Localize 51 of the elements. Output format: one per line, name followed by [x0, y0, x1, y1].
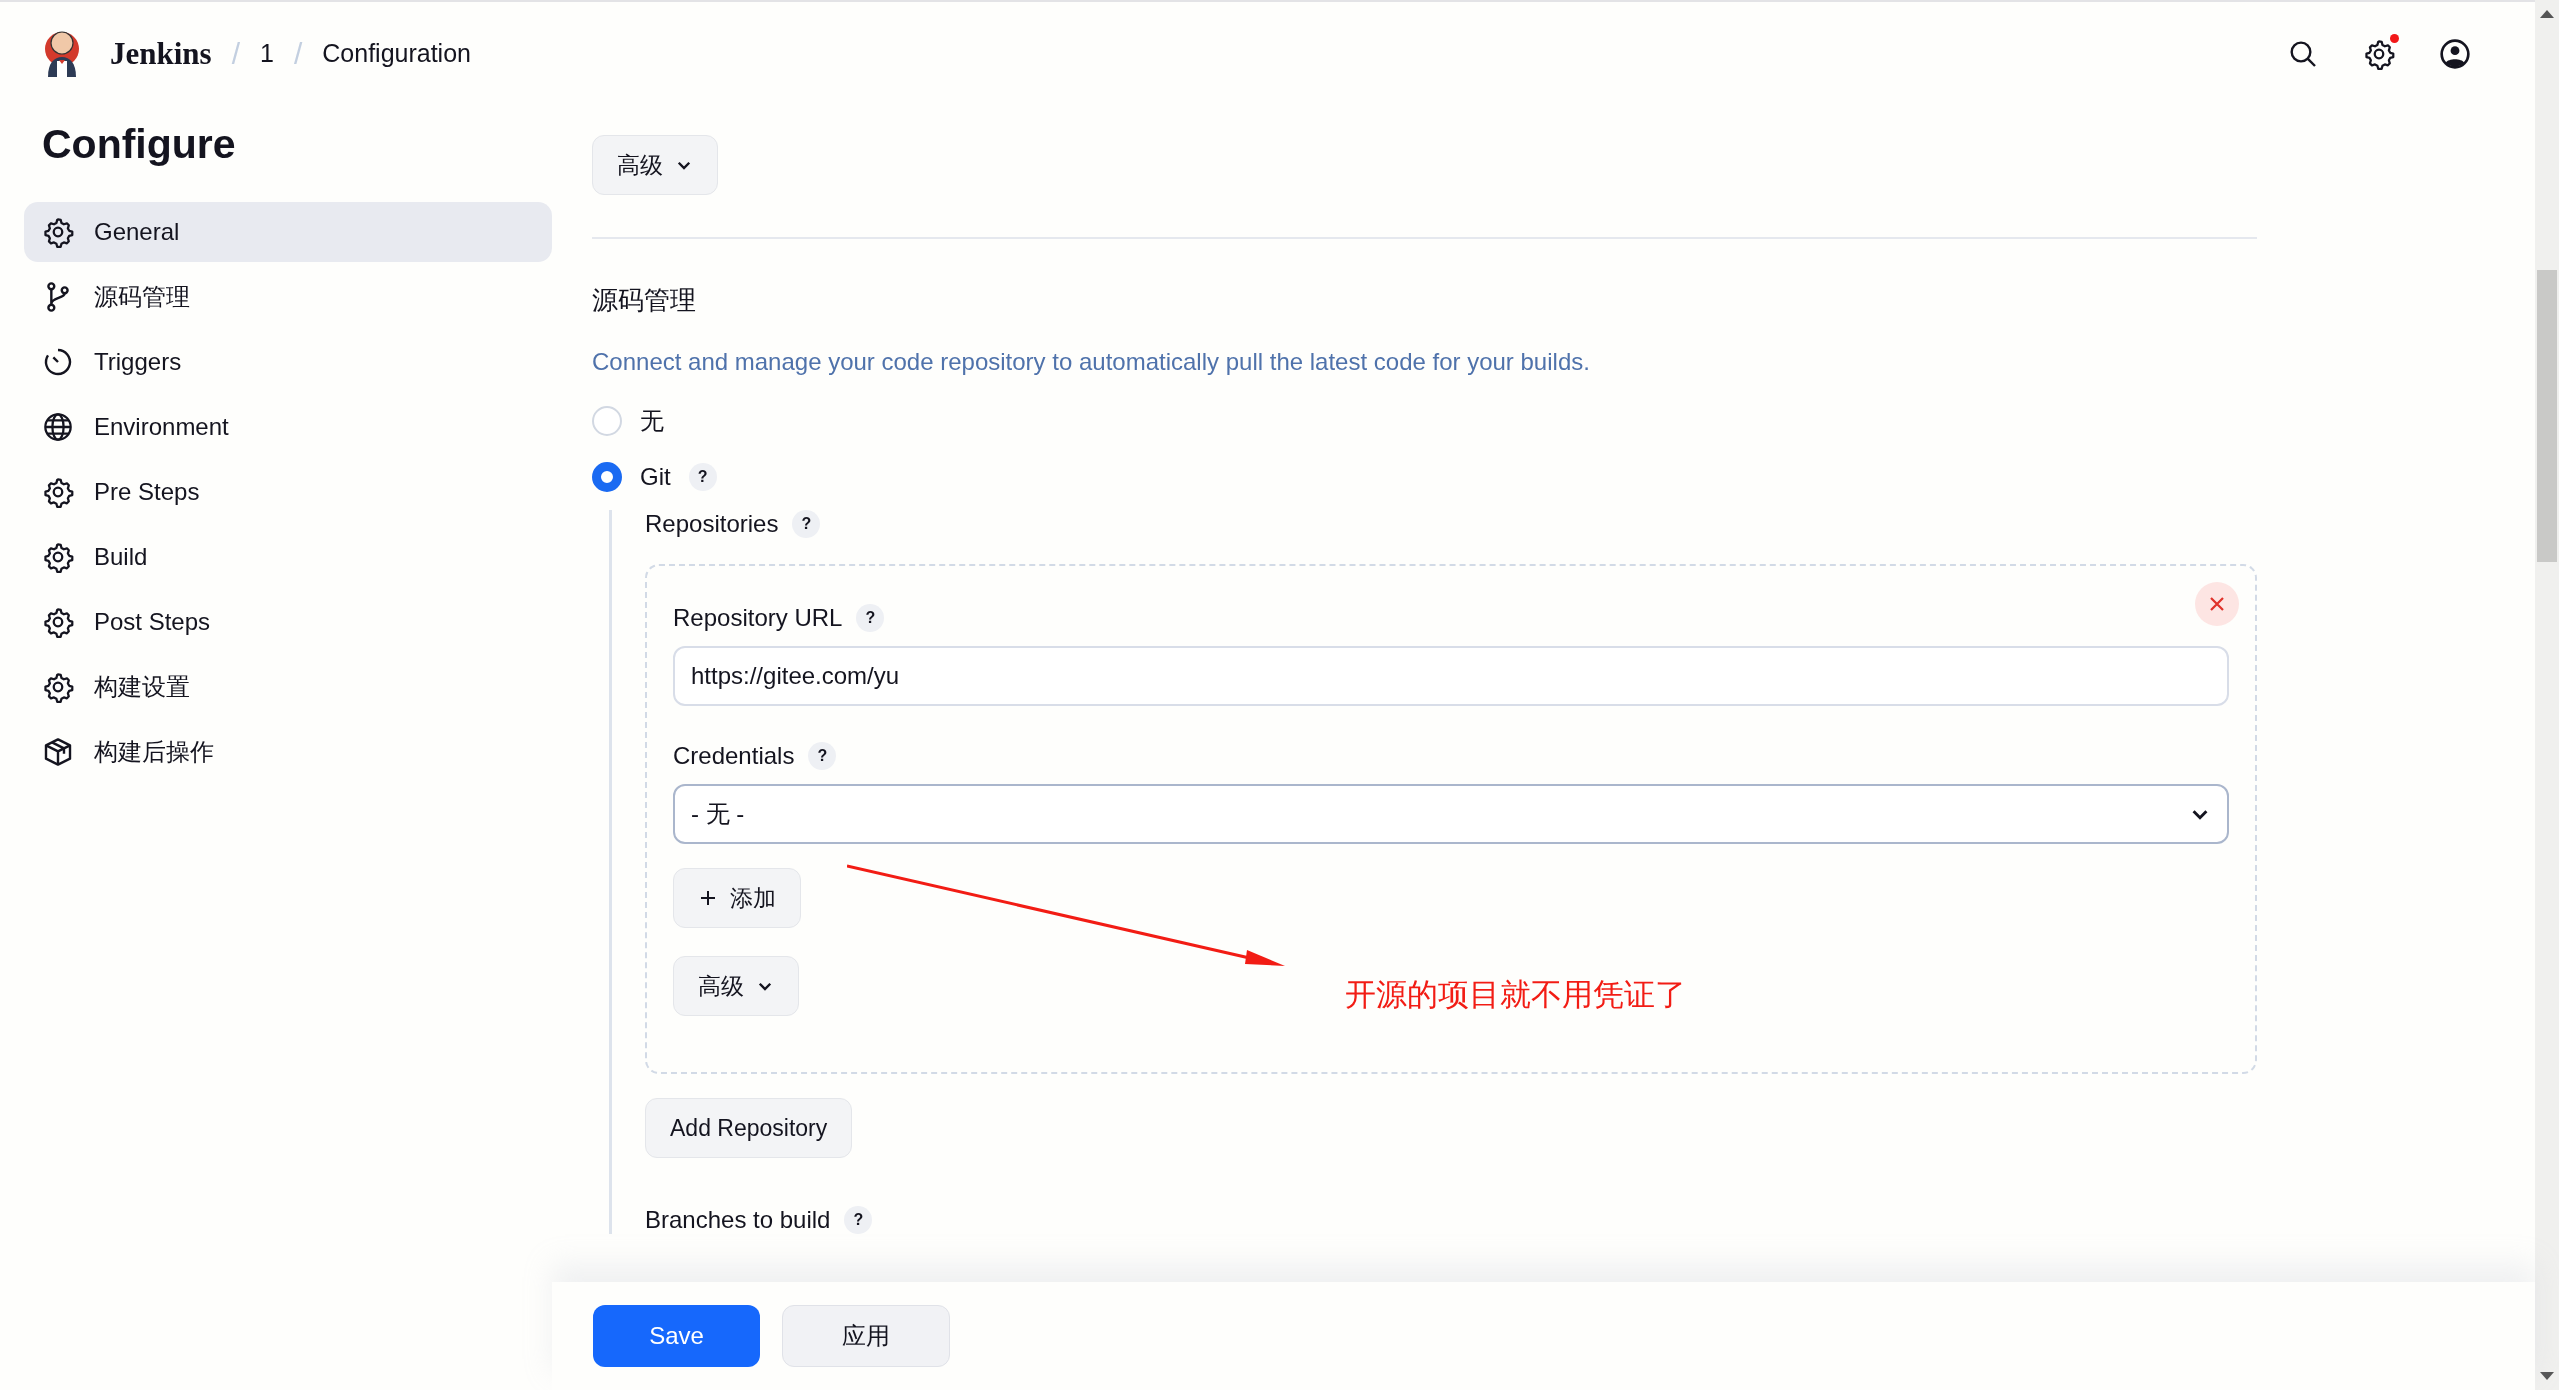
sidebar-item[interactable]: 构建后操作 — [24, 722, 552, 782]
sidebar-item[interactable]: 源码管理 — [24, 267, 552, 327]
breadcrumb-separator: / — [293, 36, 303, 71]
url-input-field[interactable]: https://gitee.com/yu — [673, 646, 2229, 706]
help-badge[interactable]: ? — [792, 510, 821, 538]
field-label: Credentials — [673, 742, 795, 770]
brand-name[interactable]: Jenkins — [110, 35, 212, 72]
sidebar-item[interactable]: Post Steps — [24, 592, 552, 652]
field-label: Repository URL — [673, 604, 843, 632]
close-button[interactable] — [2195, 582, 2239, 626]
help-badge[interactable]: ? — [844, 1206, 873, 1234]
globe-icon — [42, 411, 74, 443]
gear-icon — [42, 606, 74, 638]
close-icon — [2208, 595, 2226, 613]
breadcrumb-separator: / — [231, 36, 240, 71]
gear-icon — [42, 216, 74, 248]
gear-icon — [42, 541, 74, 573]
add-repository-button[interactable]: Add Repository — [645, 1098, 853, 1158]
help-badge[interactable]: ? — [856, 604, 885, 632]
scrollbar[interactable] — [2535, 0, 2559, 1390]
breadcrumb-link[interactable]: 1 — [260, 39, 274, 68]
plus-icon — [698, 888, 718, 908]
radio-label: 无 — [640, 406, 664, 436]
apply-button[interactable]: 应用 — [782, 1305, 950, 1367]
sidebar-item[interactable]: Environment — [24, 397, 552, 457]
package-icon — [42, 736, 74, 768]
help-badge[interactable]: ? — [808, 742, 837, 770]
advanced-button[interactable]: 高级 — [592, 135, 718, 195]
radio-label: Git — [640, 463, 671, 491]
section-title: 源码管理 — [592, 284, 697, 317]
save-button[interactable]: Save — [593, 1305, 760, 1367]
sidebar-item[interactable]: Build — [24, 527, 552, 587]
annotation-text: 开源的项目就不用凭证了 — [1345, 976, 1686, 1014]
breadcrumb-link[interactable]: Configuration — [322, 39, 471, 68]
radio-button[interactable] — [592, 462, 622, 492]
sidebar-item[interactable]: Pre Steps — [24, 462, 552, 522]
help-badge[interactable]: ? — [688, 463, 717, 491]
field-label: Repositories — [645, 510, 779, 538]
sidebar-item[interactable]: General — [24, 202, 552, 262]
add-button[interactable]: 添加 — [673, 868, 801, 928]
section-description: Connect and manage your code repository to automatically pull the latest code for your builds. — [592, 348, 1591, 376]
timer-icon — [42, 346, 74, 378]
advanced-button[interactable]: 高级 — [673, 956, 799, 1016]
sidebar-item[interactable]: 构建设置 — [24, 657, 552, 717]
sidebar-item[interactable]: Triggers — [24, 332, 552, 392]
credentials-dropdown[interactable]: - 无 - — [673, 784, 2229, 844]
gear-icon — [42, 476, 74, 508]
field-label: Branches to build — [645, 1206, 831, 1234]
gear-icon — [42, 671, 74, 703]
page-title: Configure — [42, 121, 237, 168]
account-icon[interactable] — [2439, 37, 2471, 70]
